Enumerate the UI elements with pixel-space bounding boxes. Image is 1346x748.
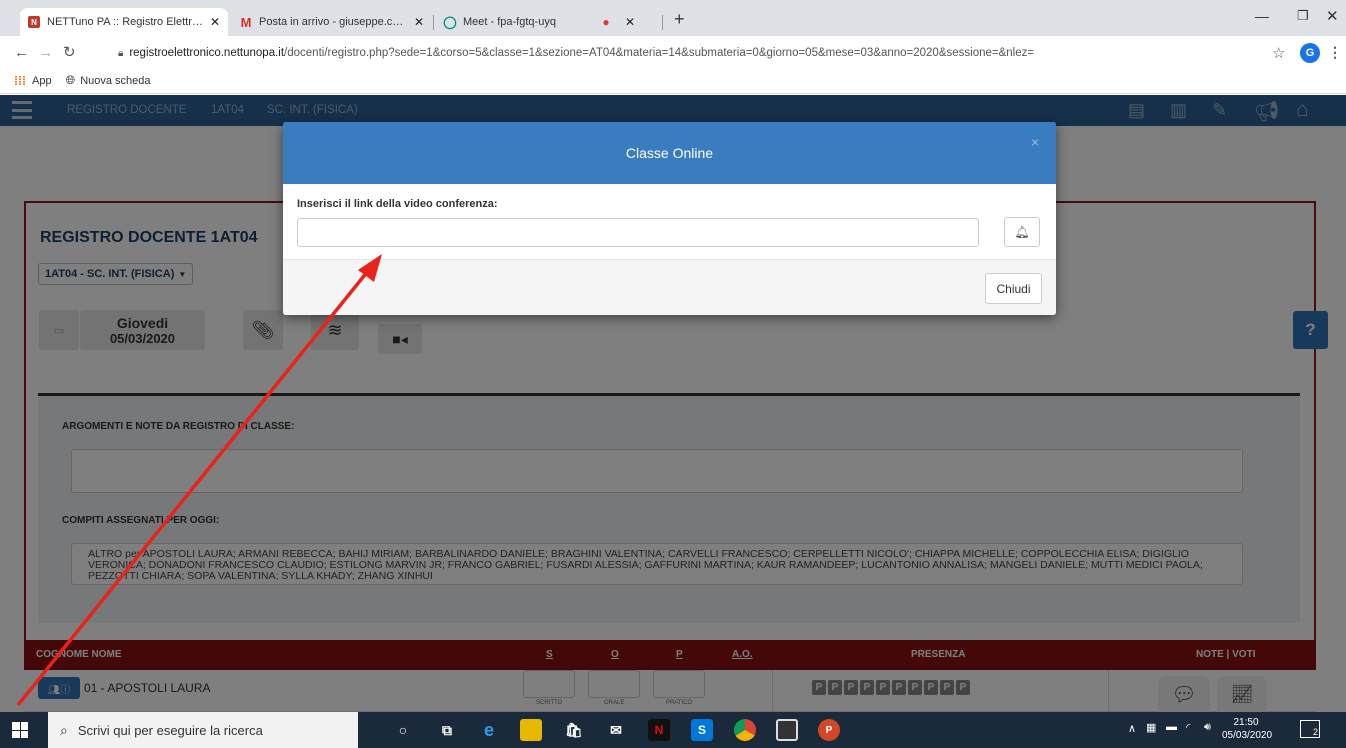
task-view-icon[interactable]: ⧉ xyxy=(436,719,458,741)
skype-icon[interactable]: S xyxy=(691,719,713,741)
close-icon[interactable]: ✕ xyxy=(625,15,635,29)
modal-header: Classe Online xyxy=(283,122,1056,184)
forward-icon[interactable]: → xyxy=(38,44,53,61)
profile-avatar[interactable]: G xyxy=(1300,43,1320,63)
close-icon[interactable]: ✕ xyxy=(210,15,220,29)
gmail-icon: M xyxy=(240,14,252,30)
chrome-icon[interactable] xyxy=(734,719,756,741)
search-placeholder: Scrivi qui per eseguire la ricerca xyxy=(77,722,263,738)
wifi-icon[interactable]: ◜ xyxy=(1186,721,1190,734)
notification-center-icon[interactable]: 2 xyxy=(1300,720,1320,738)
edge-icon[interactable]: e xyxy=(478,719,500,741)
back-icon[interactable]: ← xyxy=(14,44,29,61)
tab-divider xyxy=(662,15,663,30)
lock-icon: 🔒︎ xyxy=(118,47,124,59)
modal-title: Classe Online xyxy=(625,145,714,161)
close-button[interactable]: Chiudi xyxy=(985,273,1042,304)
tab-gmail[interactable]: M Posta in arrivo - giuseppe.chisena ✕ xyxy=(232,8,432,36)
minimize-icon[interactable]: — xyxy=(1255,8,1269,24)
notification-count: 2 xyxy=(1312,727,1318,737)
tab-title: NETTuno PA :: Registro Elettronic xyxy=(47,16,204,28)
search-icon: ⌕ xyxy=(60,721,68,738)
mail-icon[interactable]: ✉ xyxy=(605,719,627,741)
calculator-icon[interactable] xyxy=(776,719,798,741)
maximize-icon[interactable]: ❐ xyxy=(1297,8,1309,24)
bell-icon[interactable]: 🔔︎ xyxy=(1004,217,1040,247)
window-close-icon[interactable]: ✕ xyxy=(1326,7,1339,25)
clock-time: 21:50 xyxy=(1233,717,1259,728)
file-explorer-icon[interactable] xyxy=(520,719,542,741)
tray-keyboard-icon[interactable]: ▦ xyxy=(1146,721,1156,734)
modal-close-icon[interactable]: × xyxy=(1031,134,1039,150)
tab-divider xyxy=(433,15,434,30)
clock-date: 05/03/2020 xyxy=(1222,730,1273,741)
bookmark-app[interactable]: App xyxy=(32,75,52,87)
bookmarks-bar: ⁞⁞⁞ App 🌐︎ Nuova scheda xyxy=(0,68,1346,94)
meet-icon: ◯ xyxy=(443,15,457,29)
taskbar-clock[interactable]: 21:50 05/03/2020 xyxy=(1222,716,1273,742)
tab-registro[interactable]: N NETTuno PA :: Registro Elettronic ✕ xyxy=(20,8,228,36)
tab-title: Posta in arrivo - giuseppe.chisena xyxy=(259,16,408,28)
globe-icon: 🌐︎ xyxy=(65,73,76,87)
close-icon[interactable]: ✕ xyxy=(414,15,424,29)
nettuno-icon: N xyxy=(28,16,40,28)
tab-title: Meet - fpa-fgtq-uyq xyxy=(463,16,556,28)
address-bar[interactable]: 🔒︎ registroelettronico.nettunopa.it/doce… xyxy=(118,40,1262,66)
windows-start-icon[interactable] xyxy=(12,722,28,738)
tray-chevron-icon[interactable]: ∧ xyxy=(1128,722,1136,735)
tab-recording[interactable]: ● ✕ xyxy=(592,8,650,36)
store-icon[interactable]: 🛍︎ xyxy=(563,719,585,741)
tab-meet[interactable]: ◯ Meet - fpa-fgtq-uyq xyxy=(436,8,586,36)
url-path: /docenti/registro.php?sede=1&corso=5&cla… xyxy=(284,47,1035,59)
taskbar-search[interactable]: ⌕ Scrivi qui per eseguire la ricerca xyxy=(48,712,358,748)
bookmark-nuova-scheda[interactable]: Nuova scheda xyxy=(80,75,150,87)
apps-grid-icon[interactable]: ⁞⁞⁞ xyxy=(14,74,26,88)
cortana-icon[interactable]: ○ xyxy=(392,719,414,741)
url-host: registroelettronico.nettunopa.it xyxy=(129,47,285,59)
recording-dot-icon: ● xyxy=(602,15,610,29)
new-tab-plus-icon[interactable]: + xyxy=(674,9,685,30)
bookmark-star-icon[interactable]: ☆ xyxy=(1272,44,1285,62)
menu-kebab-icon[interactable]: ⋮ xyxy=(1328,44,1342,61)
powerpoint-icon[interactable]: P xyxy=(818,719,840,741)
video-link-label: Inserisci il link della video conferenza… xyxy=(297,198,498,210)
volume-icon[interactable]: 🔊︎ xyxy=(1204,721,1211,734)
reload-icon[interactable]: ↻ xyxy=(63,43,76,61)
netflix-icon[interactable]: N xyxy=(648,719,670,741)
battery-icon[interactable]: ▬ xyxy=(1166,721,1177,733)
annotation-arrow xyxy=(16,254,382,707)
